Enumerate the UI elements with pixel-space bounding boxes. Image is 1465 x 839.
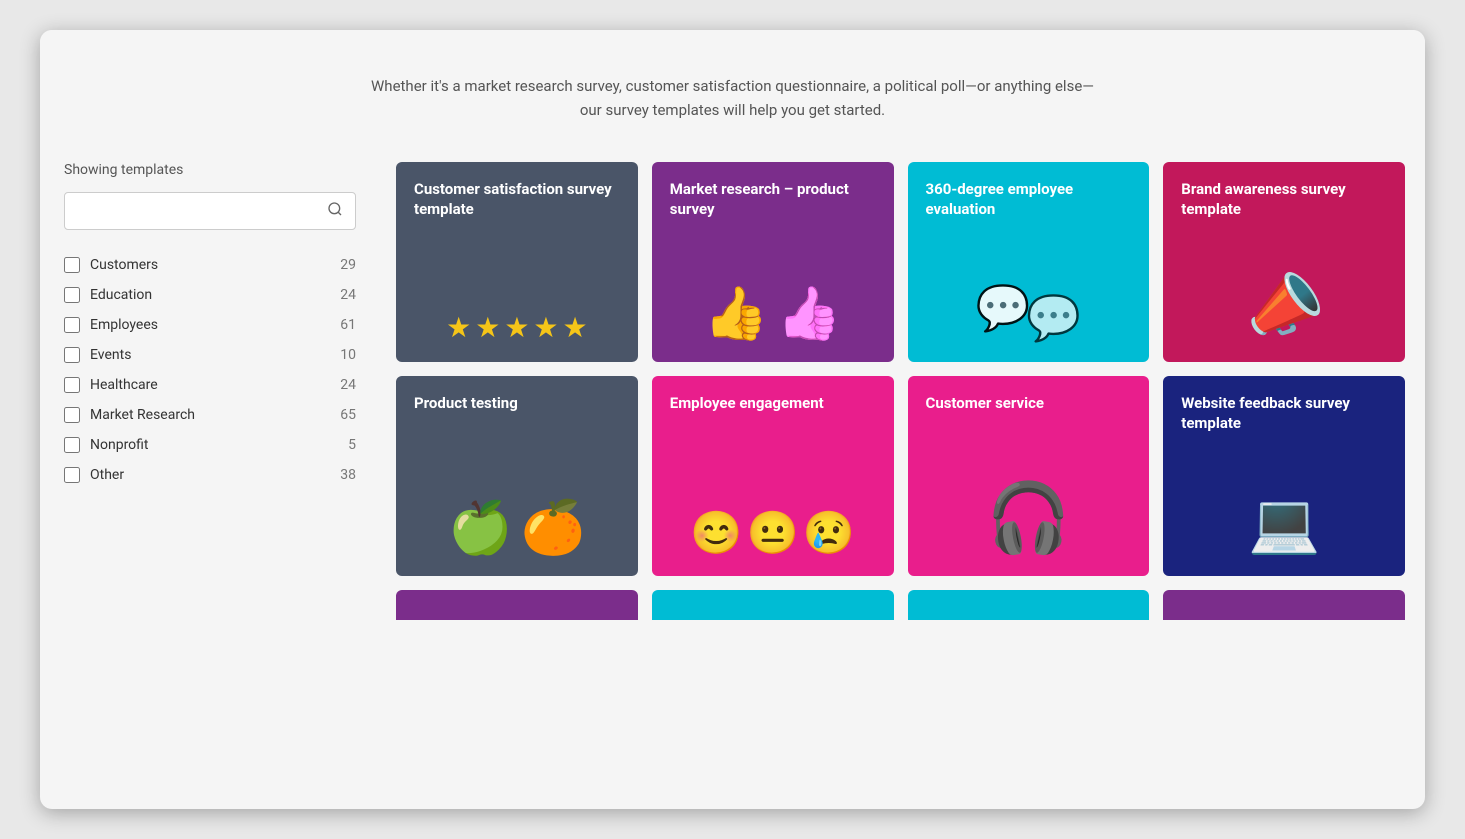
search-input[interactable] bbox=[77, 203, 327, 219]
template-card-employee-evaluation[interactable]: 360-degree employee evaluation 💬 💬 bbox=[908, 162, 1150, 362]
template-card-employee-engagement[interactable]: Employee engagement 😊 😐 😢 bbox=[652, 376, 894, 576]
card-image: 😊 😐 😢 bbox=[670, 422, 876, 559]
filter-item-market-research[interactable]: Market Research 65 bbox=[64, 400, 356, 430]
laptop-icon: 💻 bbox=[1248, 490, 1320, 558]
filter-count: 29 bbox=[340, 257, 356, 273]
filter-checkbox[interactable] bbox=[64, 437, 80, 453]
bottom-card-1[interactable] bbox=[652, 590, 894, 620]
sidebar: Showing templates Customers 29 Education bbox=[40, 142, 380, 510]
template-card-market-research[interactable]: Market research – product survey 👍 👍 bbox=[652, 162, 894, 362]
bottom-card-0[interactable] bbox=[396, 590, 638, 620]
filter-checkbox[interactable] bbox=[64, 287, 80, 303]
template-card-website-feedback[interactable]: Website feedback survey template 💻 bbox=[1163, 376, 1405, 576]
bottom-card-2[interactable] bbox=[908, 590, 1150, 620]
filter-list: Customers 29 Education 24 Employees 61 E… bbox=[64, 250, 356, 490]
filter-item-education[interactable]: Education 24 bbox=[64, 280, 356, 310]
filter-label: Other bbox=[90, 467, 340, 483]
template-card-brand-awareness[interactable]: Brand awareness survey template 📣 bbox=[1163, 162, 1405, 362]
card-title: 360-degree employee evaluation bbox=[926, 180, 1132, 219]
template-card-product-testing[interactable]: Product testing 🍏 🍊 bbox=[396, 376, 638, 576]
card-title: Website feedback survey template bbox=[1181, 394, 1387, 433]
card-image: 🍏 🍊 bbox=[414, 422, 620, 559]
filter-item-customers[interactable]: Customers 29 bbox=[64, 250, 356, 280]
card-image: 👍 👍 bbox=[670, 227, 876, 344]
filter-item-employees[interactable]: Employees 61 bbox=[64, 310, 356, 340]
bottom-card-3[interactable] bbox=[1163, 590, 1405, 620]
template-card-customer-service[interactable]: Customer service 🎧 bbox=[908, 376, 1150, 576]
card-image: 💬 💬 bbox=[926, 227, 1132, 344]
megaphone-icon: 📣 bbox=[1236, 260, 1332, 353]
card-title: Customer service bbox=[926, 394, 1132, 414]
filter-item-healthcare[interactable]: Healthcare 24 bbox=[64, 370, 356, 400]
filter-checkbox[interactable] bbox=[64, 347, 80, 363]
fruits-icon: 🍏 🍊 bbox=[448, 497, 586, 558]
sidebar-wrapper[interactable]: Showing templates Customers 29 Education bbox=[40, 142, 380, 809]
filter-label: Market Research bbox=[90, 407, 340, 423]
template-grid: Customer satisfaction survey template ★ … bbox=[396, 162, 1405, 576]
card-title: Product testing bbox=[414, 394, 620, 414]
headset-icon: 🎧 bbox=[986, 478, 1071, 558]
filter-count: 10 bbox=[340, 347, 356, 363]
filter-label: Customers bbox=[90, 257, 340, 273]
card-title: Customer satisfaction survey template bbox=[414, 180, 620, 219]
chat-icon: 💬 💬 bbox=[976, 282, 1082, 344]
filter-checkbox[interactable] bbox=[64, 377, 80, 393]
page-header: Whether it's a market research survey, c… bbox=[40, 30, 1425, 142]
filter-count: 24 bbox=[340, 287, 356, 303]
filter-label: Employees bbox=[90, 317, 340, 333]
search-box[interactable] bbox=[64, 192, 356, 230]
app-window: Whether it's a market research survey, c… bbox=[40, 30, 1425, 809]
filter-item-nonprofit[interactable]: Nonprofit 5 bbox=[64, 430, 356, 460]
filter-count: 65 bbox=[340, 407, 356, 423]
filter-count: 5 bbox=[348, 437, 356, 453]
card-image: ★ ★ ★ ★ ★ bbox=[414, 227, 620, 344]
filter-label: Healthcare bbox=[90, 377, 340, 393]
filter-label: Education bbox=[90, 287, 340, 303]
filter-count: 24 bbox=[340, 377, 356, 393]
filter-item-events[interactable]: Events 10 bbox=[64, 340, 356, 370]
search-icon bbox=[327, 201, 343, 221]
card-image: 🎧 bbox=[926, 422, 1132, 559]
card-image: 📣 bbox=[1181, 227, 1387, 344]
template-card-customer-satisfaction[interactable]: Customer satisfaction survey template ★ … bbox=[396, 162, 638, 362]
card-title: Market research – product survey bbox=[670, 180, 876, 219]
filter-checkbox[interactable] bbox=[64, 257, 80, 273]
content-area[interactable]: Customer satisfaction survey template ★ … bbox=[380, 142, 1425, 809]
filter-checkbox[interactable] bbox=[64, 467, 80, 483]
filter-item-other[interactable]: Other 38 bbox=[64, 460, 356, 490]
showing-count-label: Showing templates bbox=[64, 162, 356, 178]
filter-checkbox[interactable] bbox=[64, 407, 80, 423]
page-subtitle: Whether it's a market research survey, c… bbox=[60, 74, 1405, 122]
filter-label: Nonprofit bbox=[90, 437, 348, 453]
bottom-grid bbox=[396, 590, 1405, 620]
filter-label: Events bbox=[90, 347, 340, 363]
card-title: Employee engagement bbox=[670, 394, 876, 414]
card-image: 💻 bbox=[1181, 441, 1387, 558]
filter-checkbox[interactable] bbox=[64, 317, 80, 333]
thumbs-icon: 👍 👍 bbox=[704, 283, 842, 344]
faces-icon: 😊 😐 😢 bbox=[690, 509, 855, 558]
star-rating: ★ ★ ★ ★ ★ bbox=[446, 311, 588, 344]
main-area: Showing templates Customers 29 Education bbox=[40, 142, 1425, 809]
filter-count: 61 bbox=[340, 317, 356, 333]
card-title: Brand awareness survey template bbox=[1181, 180, 1387, 219]
filter-count: 38 bbox=[340, 467, 356, 483]
